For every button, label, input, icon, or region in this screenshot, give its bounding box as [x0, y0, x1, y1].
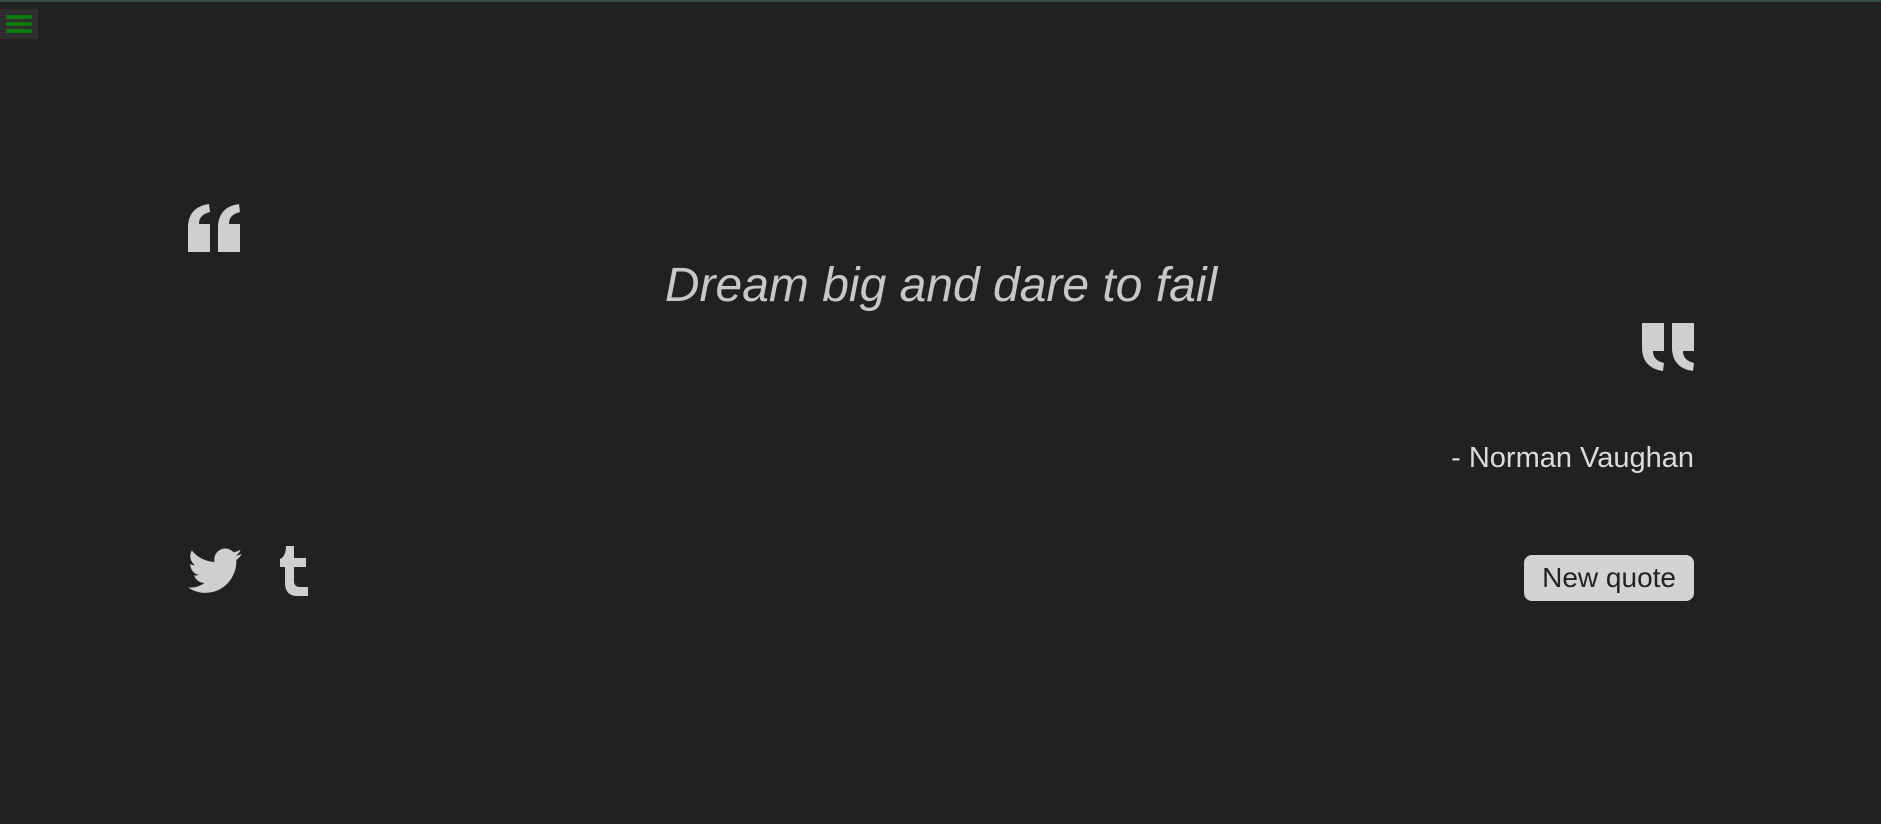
- menu-bar: [6, 29, 32, 33]
- tweet-quote-link[interactable]: [188, 548, 242, 599]
- hamburger-menu-icon: [6, 15, 32, 19]
- menu-bar: [6, 22, 32, 26]
- quote-text: Dream big and dare to fail: [664, 259, 1218, 312]
- page: Dream big and dare to fail - Norman Vaug…: [0, 0, 1881, 824]
- top-border: [0, 0, 1881, 2]
- tumblr-icon: [280, 546, 308, 596]
- share-links: [188, 546, 310, 601]
- quote-box: Dream big and dare to fail - Norman Vaug…: [188, 200, 1694, 620]
- menu-toggle-button[interactable]: [0, 9, 38, 39]
- quote-author: - Norman Vaughan: [1451, 442, 1694, 474]
- tumblr-share-link[interactable]: [280, 546, 310, 601]
- quote-right-icon: [1640, 323, 1694, 371]
- twitter-icon: [188, 548, 242, 593]
- quote-left-icon: [188, 204, 242, 252]
- new-quote-button[interactable]: New quote: [1524, 555, 1694, 601]
